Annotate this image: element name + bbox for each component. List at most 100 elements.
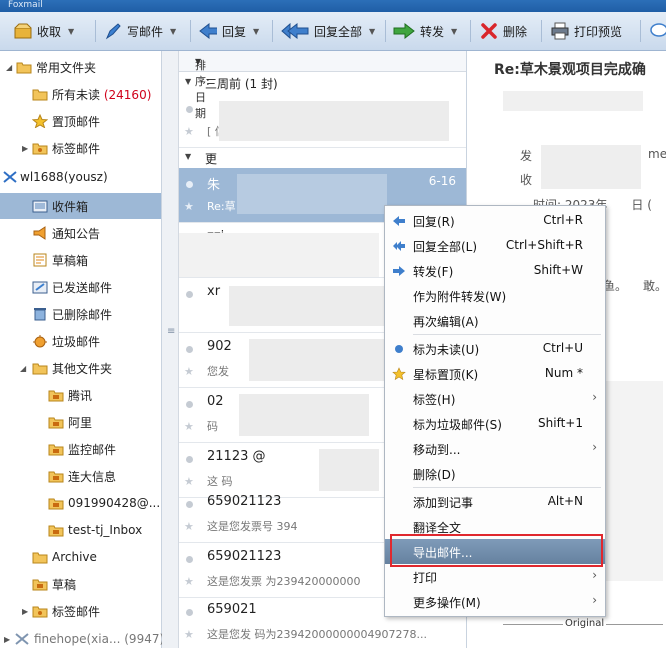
drafts-icon	[32, 253, 48, 267]
time-value: 日 (	[631, 198, 652, 212]
sort-header[interactable]: 排序:日期 ▼	[179, 51, 466, 120]
group-header[interactable]: ▼ 更	[179, 148, 466, 168]
expand-icon[interactable]: ▶	[22, 607, 28, 616]
window-title: Foxmail	[8, 0, 43, 10]
star-icon[interactable]: ★	[184, 420, 194, 433]
star-icon[interactable]: ★	[184, 575, 194, 588]
folder-notices[interactable]: 通知公告	[0, 220, 161, 246]
menu-item-forward-attachment[interactable]: 作为附件转发(W)	[385, 283, 605, 308]
spam-icon	[32, 334, 48, 348]
unread-dot-icon[interactable]	[186, 501, 193, 508]
menu-item-reply-all[interactable]: 回复全部(L) Ctrl+Shift+R	[385, 233, 605, 258]
account-wl1688[interactable]: wl1688(yousz)	[0, 164, 161, 190]
folder-all-unread[interactable]: 所有未读 (24160)	[0, 81, 161, 107]
collapse-icon[interactable]: ◢	[20, 364, 26, 373]
star-icon[interactable]: ★	[184, 628, 194, 641]
menu-item-reply[interactable]: 回复(R) Ctrl+R	[385, 208, 605, 233]
collapse-icon[interactable]: ▼	[185, 77, 191, 86]
unread-dot-icon[interactable]	[186, 181, 193, 188]
menu-item-forward[interactable]: 转发(F) Shift+W	[385, 258, 605, 283]
chevron-down-icon: ▼	[195, 57, 202, 66]
folder-icon	[16, 60, 32, 74]
reply-icon	[392, 214, 406, 228]
collapse-icon[interactable]: ▼	[185, 152, 191, 161]
folder-sent[interactable]: 已发送邮件	[0, 274, 161, 300]
expand-icon[interactable]: ▶	[4, 635, 10, 644]
unread-dot-icon[interactable]	[186, 291, 193, 298]
star-icon[interactable]: ★	[184, 125, 194, 138]
folder-tencent[interactable]: 腾讯	[0, 382, 161, 408]
star-icon[interactable]: ★	[184, 475, 194, 488]
tag-folder-icon	[32, 141, 48, 155]
account-finehope[interactable]: ▶ finehope(xia... (9947)	[0, 628, 164, 650]
menu-item-edit-again[interactable]: 再次编辑(A)	[385, 308, 605, 333]
menu-item-move-to[interactable]: 移动到... ›	[385, 436, 605, 461]
folder-drafts[interactable]: 草稿箱	[0, 247, 161, 273]
pen-icon	[104, 22, 122, 40]
folder-091990428[interactable]: 091990428@...	[0, 490, 161, 516]
folder-monitor[interactable]: 监控邮件	[0, 436, 161, 462]
folder-test-inbox[interactable]: test-tj_Inbox	[0, 517, 161, 543]
chevron-down-icon[interactable]: ▼	[68, 27, 74, 36]
menu-item-print[interactable]: 打印 ›	[385, 564, 605, 589]
sent-icon	[32, 280, 48, 294]
menu-item-mark-unread[interactable]: 标为未读(U) Ctrl+U	[385, 336, 605, 361]
receive-button[interactable]: 收取 ▼	[14, 12, 74, 50]
folder-ali[interactable]: 阿里	[0, 409, 161, 435]
menu-item-star[interactable]: 星标置顶(K) Num *	[385, 361, 605, 386]
folder-icon	[48, 415, 64, 429]
expand-icon[interactable]: ▶	[22, 144, 28, 153]
folder-deleted[interactable]: 已删除邮件	[0, 301, 161, 327]
unread-dot-icon[interactable]	[186, 401, 193, 408]
chevron-down-icon[interactable]: ▼	[369, 27, 375, 36]
message-row[interactable]: ★ [ 信认证	[179, 93, 466, 148]
unread-dot-icon[interactable]	[186, 346, 193, 353]
folder-draft2[interactable]: 草稿	[0, 571, 161, 597]
unread-dot-icon[interactable]	[186, 456, 193, 463]
star-icon[interactable]: ★	[184, 200, 194, 213]
body-line: 鱼。	[603, 279, 628, 293]
compose-button[interactable]: 写邮件 ▼	[104, 12, 176, 50]
folder-icon	[48, 469, 64, 483]
menu-item-more-actions[interactable]: 更多操作(M) ›	[385, 589, 605, 614]
reply-all-icon	[392, 239, 406, 253]
from-label: 发	[520, 149, 533, 163]
message-subject: Re:草木景观项目完成确	[494, 62, 646, 78]
folder-inbox[interactable]: 收件箱	[0, 193, 161, 219]
folder-icon	[32, 577, 48, 591]
unread-dot-icon[interactable]	[186, 556, 193, 563]
forward-button[interactable]: 转发 ▼	[393, 12, 457, 50]
chevron-down-icon[interactable]: ▼	[451, 27, 457, 36]
folder-lianda[interactable]: 连大信息	[0, 463, 161, 489]
star-icon[interactable]: ★	[184, 520, 194, 533]
printer-icon	[551, 22, 569, 40]
unread-dot-icon[interactable]	[186, 106, 193, 113]
reply-all-button[interactable]: 回复全部 ▼	[281, 12, 375, 50]
menu-item-add-note[interactable]: 添加到记事 Alt+N	[385, 489, 605, 514]
chevron-down-icon[interactable]: ▼	[170, 27, 176, 36]
submenu-arrow-icon: ›	[592, 593, 597, 607]
chat-button[interactable]	[650, 12, 666, 50]
reply-button[interactable]: 回复 ▼	[199, 12, 259, 50]
folder-spam[interactable]: 垃圾邮件	[0, 328, 161, 354]
unread-dot-icon[interactable]	[186, 609, 193, 616]
folder-tagged[interactable]: ▶ 标签邮件	[0, 135, 161, 161]
unread-dot-icon	[392, 342, 406, 356]
folder-icon	[32, 87, 48, 101]
folder-archive[interactable]: Archive	[0, 544, 161, 570]
menu-item-mark-spam[interactable]: 标为垃圾邮件(S) Shift+1	[385, 411, 605, 436]
folder-other[interactable]: ◢ 其他文件夹	[0, 355, 161, 381]
menu-item-tag[interactable]: 标签(H) ›	[385, 386, 605, 411]
collapse-icon[interactable]: ◢	[6, 63, 12, 72]
folder-common[interactable]: ◢ 常用文件夹	[0, 54, 161, 80]
folder-starred[interactable]: 置顶邮件	[0, 108, 161, 134]
star-icon[interactable]: ★	[184, 365, 194, 378]
print-preview-button[interactable]: 打印预览	[551, 12, 622, 50]
delete-button[interactable]: 删除	[480, 12, 527, 50]
pane-splitter[interactable]: ≡	[162, 51, 179, 648]
menu-item-delete[interactable]: 删除(D)	[385, 461, 605, 486]
group-header[interactable]: ▼ 三周前 (1 封)	[179, 73, 466, 93]
folder-tagged2[interactable]: ▶ 标签邮件	[0, 598, 161, 624]
from-value: me	[648, 147, 666, 161]
chevron-down-icon[interactable]: ▼	[253, 27, 259, 36]
